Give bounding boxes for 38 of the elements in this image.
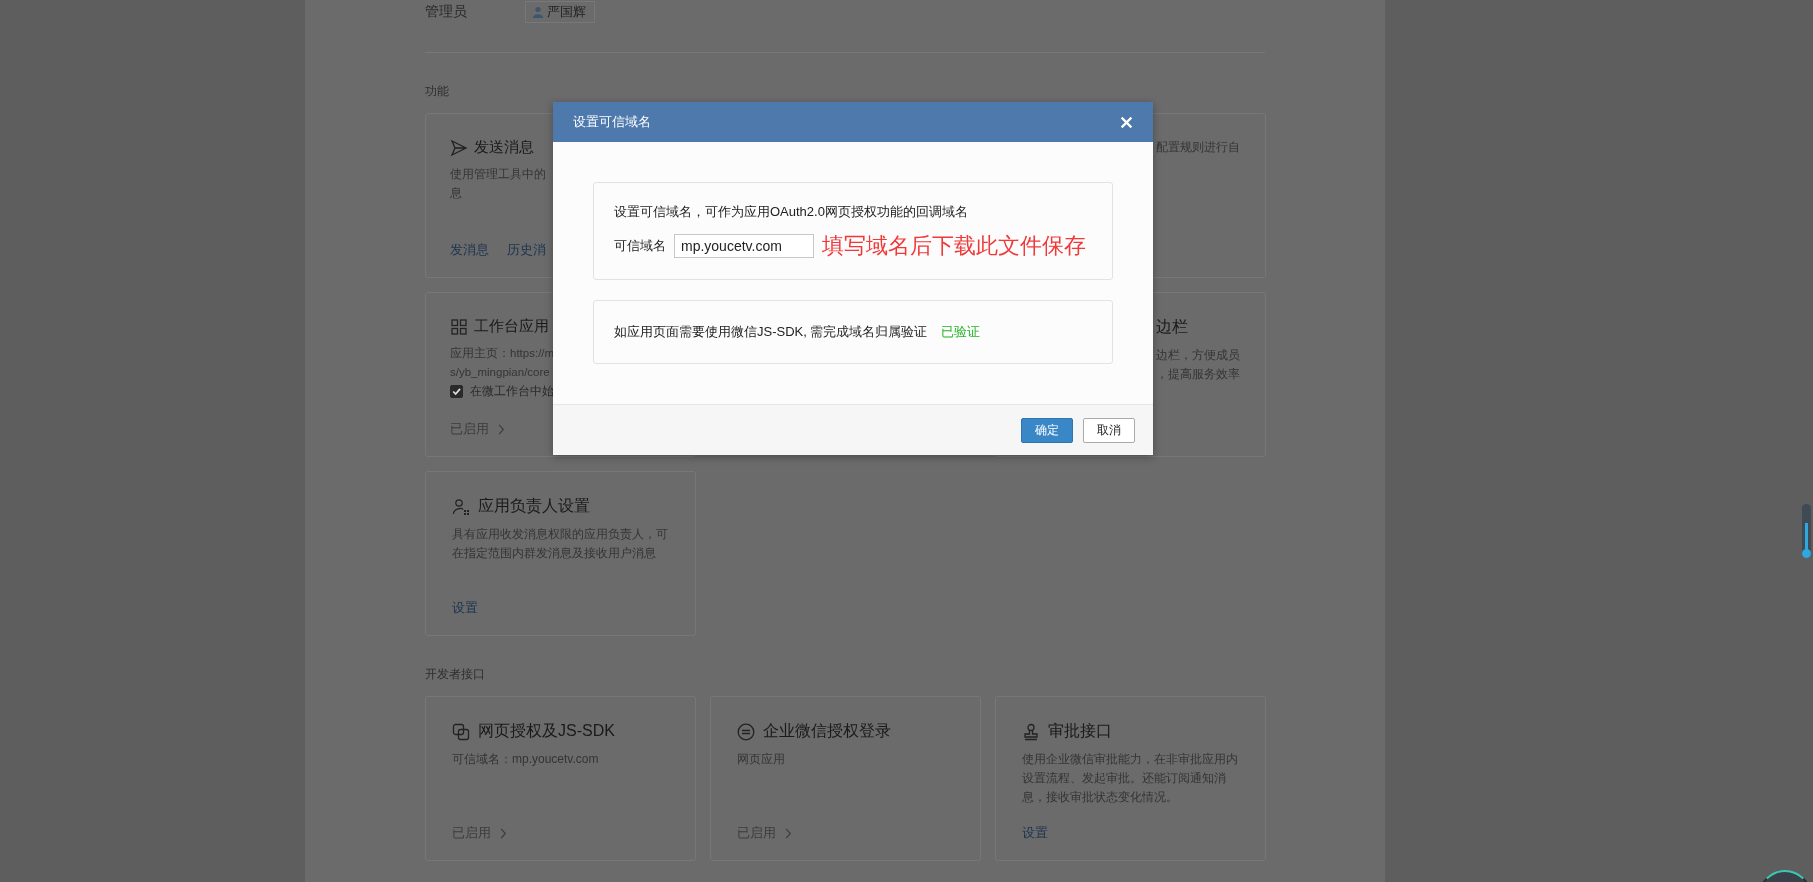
person-grid-icon [452, 497, 470, 516]
dialog-title: 设置可信域名 [573, 113, 651, 131]
card-title: 工作台应用 [474, 317, 549, 336]
card-link[interactable]: 发消息 [450, 241, 489, 259]
intro-text: 设置可信域名，可作为应用OAuth2.0网页授权功能的回调域名 [614, 203, 969, 221]
card-title: 应用负责人设置 [478, 496, 590, 516]
slider-drawing[interactable] [1802, 504, 1811, 558]
field-label: 可信域名 [614, 237, 666, 255]
confirm-button[interactable]: 确定 [1021, 417, 1073, 443]
paper-plane-icon [450, 138, 468, 157]
overlapping-squares-icon [452, 722, 470, 741]
close-icon[interactable] [1120, 115, 1133, 129]
verify-text: 如应用页面需要使用微信JS-SDK, 需完成域名归属验证 [614, 323, 928, 341]
card-link[interactable]: 设置 [1022, 824, 1048, 842]
chevron-icon [784, 827, 792, 839]
card-title: 企业微信授权登录 [763, 721, 891, 741]
annotation-text: 填写域名后下载此文件保存 [822, 232, 1086, 260]
card-link[interactable]: 历史消 [507, 241, 546, 259]
stamp-icon [1022, 722, 1040, 741]
person-icon [532, 6, 544, 18]
section-title: 开发者接口 [425, 666, 486, 683]
checkbox-label: 在微工作台中始 [470, 384, 554, 399]
domain-input[interactable]: mp.youcetv.com [674, 234, 814, 258]
circle-lines-icon [737, 722, 755, 741]
card-link[interactable]: 设置 [452, 599, 478, 617]
checkbox[interactable] [450, 385, 463, 398]
chevron-icon [497, 423, 505, 435]
card-title: 发送消息 [474, 138, 534, 157]
card-title: 审批接口 [1048, 721, 1112, 741]
card-title: 边栏 [1156, 317, 1188, 337]
admin-chip[interactable]: 严国辉 [525, 1, 595, 23]
cancel-button[interactable]: 取消 [1083, 417, 1135, 443]
admin-label: 管理员 [425, 3, 468, 21]
verify-status: 已验证 [941, 323, 981, 341]
section-title: 功能 [425, 83, 450, 100]
grid-icon [450, 317, 468, 336]
card-title: 网页授权及JS-SDK [478, 721, 615, 741]
chevron-icon [499, 827, 507, 839]
